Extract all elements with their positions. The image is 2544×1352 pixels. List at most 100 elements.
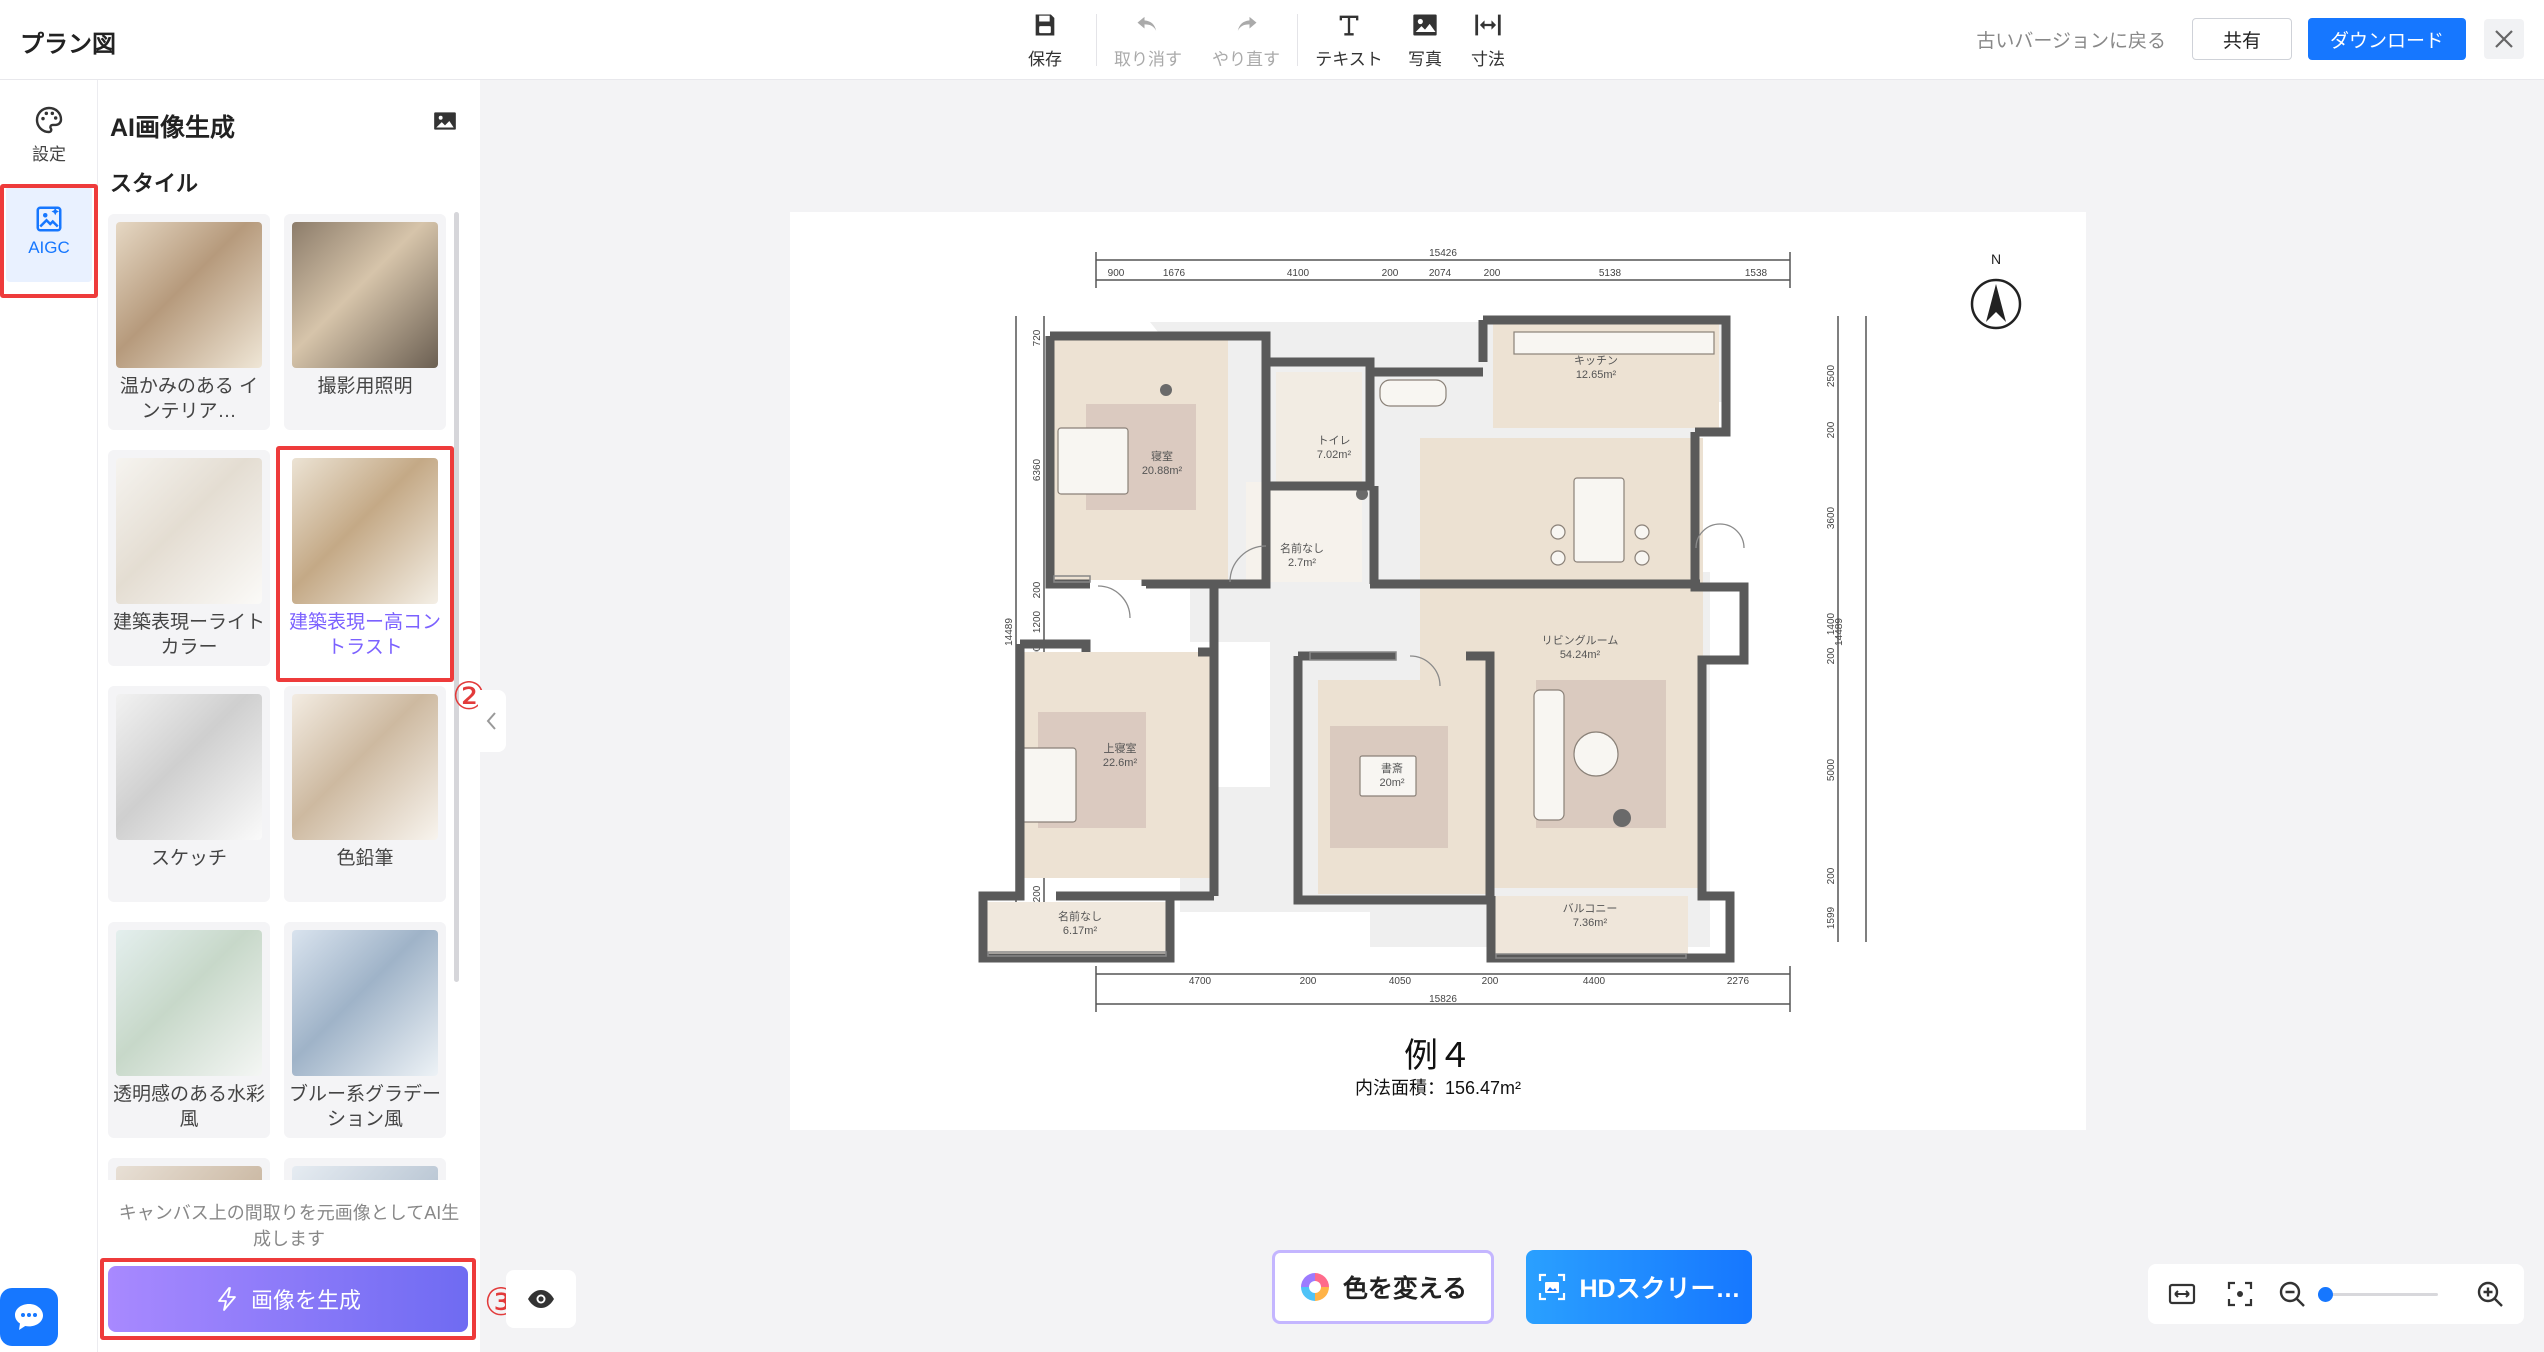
app-title: プラン図 <box>20 31 116 58</box>
dim-top-seg: 2074 <box>1429 268 1452 279</box>
style-card-arch-light[interactable]: 建築表現ーライトカラー <box>108 450 270 666</box>
zoom-out-button[interactable] <box>2276 1278 2308 1310</box>
fit-width-button[interactable] <box>2166 1278 2198 1310</box>
redo-button[interactable]: やり直す <box>1211 8 1281 70</box>
undo-button[interactable]: 取り消す <box>1113 8 1183 70</box>
download-button[interactable]: ダウンロード <box>2307 18 2466 60</box>
text-tool-button[interactable]: テキスト <box>1314 8 1384 70</box>
style-card-name: 透明感のある水彩風 <box>112 1084 265 1130</box>
style-thumbnail <box>116 930 262 1076</box>
style-section-label: スタイル <box>110 171 199 196</box>
change-color-button[interactable]: 色を変える <box>1272 1250 1494 1324</box>
dim-bottom-seg: 200 <box>1482 976 1499 987</box>
style-card-partial[interactable] <box>284 1158 446 1180</box>
zoom-controls <box>2148 1264 2524 1324</box>
rail-settings-label: 設定 <box>32 145 66 164</box>
style-card-sketch[interactable]: スケッチ <box>108 686 270 902</box>
preview-toggle-button[interactable] <box>506 1270 576 1328</box>
style-card-blue-gradient[interactable]: ブルー系グラデーション風 <box>284 922 446 1138</box>
style-thumbnail <box>292 1166 438 1180</box>
ai-image-icon <box>36 206 62 232</box>
fit-screen-button[interactable] <box>2224 1278 2256 1310</box>
lightning-icon <box>218 1287 236 1311</box>
dimension-tool-button[interactable]: 寸法 <box>1460 8 1516 70</box>
canvas-paper[interactable]: 15426 900 1676 4100 200 2074 200 5138 15… <box>790 212 2086 1130</box>
dim-top-overall: 15426 <box>1429 248 1457 259</box>
room-label-bedroom: 寝室 <box>1151 449 1173 463</box>
style-card-colored-pencil[interactable]: 色鉛筆 <box>284 686 446 902</box>
close-icon <box>2495 30 2513 48</box>
redo-label: やり直す <box>1212 50 1280 69</box>
dim-right-seg: 3600 <box>1826 506 1837 529</box>
zoom-out-icon <box>2279 1281 2305 1307</box>
panel-title: AI画像生成 <box>110 114 236 142</box>
undo-label: 取り消す <box>1114 50 1182 69</box>
dim-top-seg: 900 <box>1108 268 1125 279</box>
room-area-bedroom: 20.88m² <box>1142 465 1183 477</box>
style-card-partial[interactable] <box>108 1158 270 1180</box>
photo-tool-label: 写真 <box>1408 50 1442 69</box>
room-area-hall: 2.7m² <box>1288 557 1316 569</box>
style-thumbnail <box>292 458 438 604</box>
dim-bottom-seg: 4050 <box>1389 976 1412 987</box>
style-card-photo-lighting[interactable]: 撮影用照明 <box>284 214 446 430</box>
chat-icon <box>15 1304 43 1330</box>
room-label-toilet: トイレ <box>1318 435 1351 447</box>
dim-right-seg: 5000 <box>1826 758 1837 781</box>
plan-title: 例４ <box>1404 1037 1472 1075</box>
main-toolbar: 保存 取り消す やり直す テキスト 写真 寸法 <box>1010 8 1516 72</box>
floor-plan[interactable]: 15426 900 1676 4100 200 2074 200 5138 15… <box>790 212 2086 1012</box>
zoom-in-button[interactable] <box>2474 1278 2506 1310</box>
room-label-study: 書斎 <box>1381 761 1403 775</box>
room-area-balcony: 7.36m² <box>1573 917 1608 929</box>
dim-left-seg: 6360 <box>1032 458 1043 481</box>
palette-icon <box>35 106 63 134</box>
close-button[interactable] <box>2484 19 2524 59</box>
dim-top-seg: 4100 <box>1287 268 1310 279</box>
dim-left-seg: 200 <box>1032 885 1043 902</box>
save-button[interactable]: 保存 <box>1010 8 1080 70</box>
eye-icon <box>528 1290 554 1308</box>
gallery-icon[interactable] <box>432 110 458 137</box>
style-card-watercolor[interactable]: 透明感のある水彩風 <box>108 922 270 1138</box>
zoom-slider-handle[interactable] <box>2318 1287 2334 1302</box>
chevron-left-icon <box>486 712 496 730</box>
rail-item-settings[interactable]: 設定 <box>0 104 98 165</box>
room-toilet[interactable] <box>1276 372 1362 482</box>
hd-screenshot-button[interactable]: HDスクリー… <box>1526 1250 1752 1324</box>
generate-image-button[interactable]: 画像を生成 <box>108 1266 468 1332</box>
panel-scrollbar[interactable] <box>454 212 459 982</box>
dim-bottom-seg: 4700 <box>1189 976 1212 987</box>
zoom-slider[interactable] <box>2318 1287 2438 1302</box>
style-grid: 温かみのある インテリア… 撮影用照明 建築表現ーライトカラー 建築表現ー高コン… <box>108 214 458 1180</box>
hd-screenshot-label: HDスクリー… <box>1579 1275 1741 1303</box>
style-thumbnail <box>292 222 438 368</box>
style-thumbnail <box>116 1166 262 1180</box>
style-card-warm-interior[interactable]: 温かみのある インテリア… <box>108 214 270 430</box>
collapse-panel-button[interactable] <box>478 690 506 752</box>
dim-bottom-seg: 4400 <box>1583 976 1606 987</box>
photo-tool-button[interactable]: 写真 <box>1390 8 1460 70</box>
room-area-living: 54.24m² <box>1560 649 1601 661</box>
style-card-name: 温かみのある インテリア… <box>119 376 259 422</box>
room-label-balcony: バルコニー <box>1563 902 1618 915</box>
dim-top-seg: 1676 <box>1163 268 1186 279</box>
style-card-arch-high-contrast[interactable]: 建築表現ー高コントラスト <box>284 450 446 666</box>
room-area-toilet: 7.02m² <box>1317 449 1352 461</box>
rail-aigc-label: AIGC <box>28 238 70 257</box>
header-actions: 古いバージョンに戻る 共有 ダウンロード <box>1976 18 2524 60</box>
style-thumbnail <box>116 222 262 368</box>
share-button[interactable]: 共有 <box>2191 18 2292 60</box>
dim-top-seg: 200 <box>1484 268 1501 279</box>
chat-support-button[interactable] <box>0 1288 58 1346</box>
dim-top-seg: 5138 <box>1599 268 1622 279</box>
rail-item-aigc[interactable]: AIGC <box>6 186 92 282</box>
style-card-name: 色鉛筆 <box>336 848 394 869</box>
zoom-in-icon <box>2477 1281 2503 1307</box>
generate-button-label: 画像を生成 <box>250 1288 361 1313</box>
generate-hint: キャンバス上の間取りを元画像としてAI生成します <box>118 1203 460 1249</box>
room-area-upper-bedroom: 22.6m² <box>1103 757 1138 769</box>
old-version-link[interactable]: 古いバージョンに戻る <box>1976 26 2166 53</box>
dim-bottom-seg: 2276 <box>1727 976 1750 987</box>
dim-bottom-seg: 200 <box>1300 976 1317 987</box>
